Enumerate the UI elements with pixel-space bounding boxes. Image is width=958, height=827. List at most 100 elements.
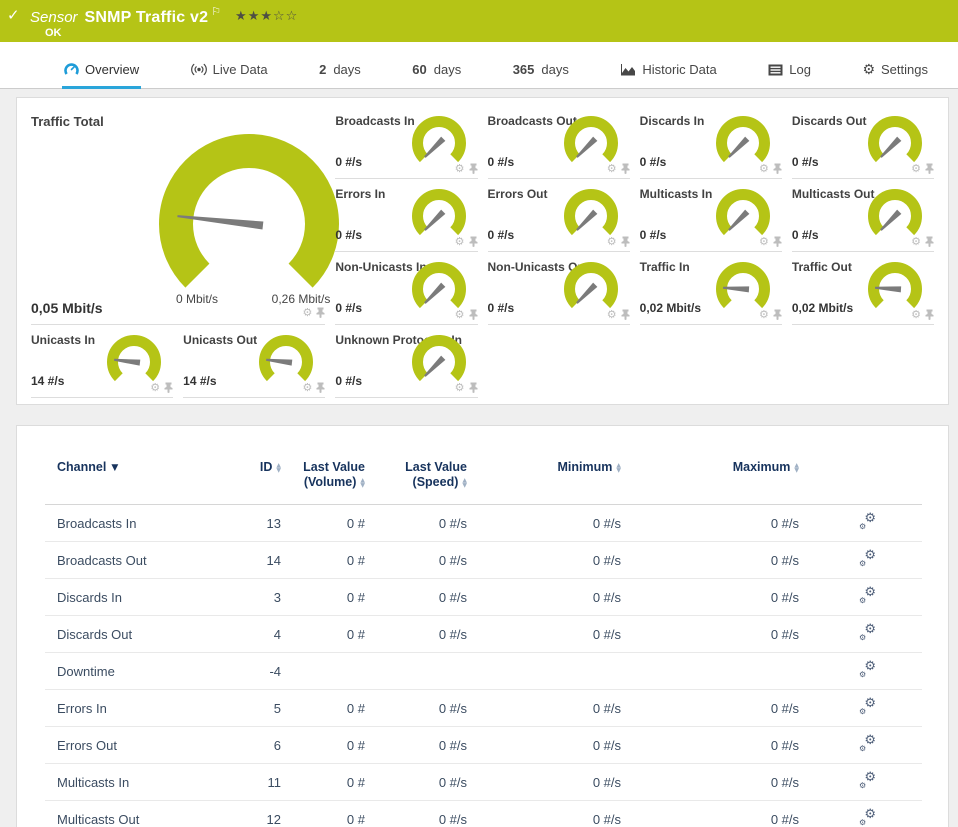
gear-icon[interactable]: ⚙ [911,163,921,174]
gauge-non-unicasts-out[interactable]: Non-Unicasts Out0 #/s⚙ [488,252,630,325]
gauge-value: 0 #/s [335,155,362,169]
tab-log[interactable]: Log [766,62,813,89]
gauge-discards-in[interactable]: Discards In0 #/s⚙ [640,106,782,179]
table-row: Discards Out40 #0 #/s0 #/s0 #/s⚙⚙ [45,616,922,653]
gauge-value: 0 #/s [792,155,819,169]
tab-overview[interactable]: Overview [62,62,141,89]
gauge-discards-out[interactable]: Discards Out0 #/s⚙ [792,106,934,179]
column-header-vol[interactable]: Last Value(Volume)▲▼ [281,448,365,505]
tab-live-data[interactable]: Live Data [189,62,270,89]
pin-icon[interactable] [621,236,630,247]
gear-icon[interactable]: ⚙ [455,236,465,247]
pin-icon[interactable] [925,309,934,320]
channel-settings-icon[interactable]: ⚙⚙ [859,551,876,566]
gear-icon[interactable]: ⚙ [759,309,769,320]
tab-bar: Overview Live Data 2days 60days 365days Histo… [0,42,958,89]
pin-icon[interactable] [925,163,934,174]
tab-2-days[interactable]: 2days [317,62,363,89]
tab-365-days[interactable]: 365days [511,62,571,89]
gear-icon[interactable]: ⚙ [759,236,769,247]
gear-icon[interactable]: ⚙ [302,382,312,393]
pin-icon[interactable] [469,382,478,393]
pin-icon[interactable] [469,309,478,320]
gauge-multicasts-in[interactable]: Multicasts In0 #/s⚙ [640,179,782,252]
gauge-errors-out[interactable]: Errors Out0 #/s⚙ [488,179,630,252]
tab-historic-data[interactable]: Historic Data [618,62,718,89]
gauge-unicasts-in[interactable]: Unicasts In14 #/s⚙ [31,325,173,398]
sort-icon: ▲▼ [794,463,799,473]
cell-id: 6 [235,727,281,764]
gauge-errors-in[interactable]: Errors In0 #/s⚙ [335,179,477,252]
channel-settings-icon[interactable]: ⚙⚙ [859,810,876,825]
gauge-non-unicasts-in[interactable]: Non-Unicasts In0 #/s⚙ [335,252,477,325]
gauge-dial [868,188,922,238]
pin-icon[interactable] [621,309,630,320]
table-row: Broadcasts In130 #0 #/s0 #/s0 #/s⚙⚙ [45,505,922,542]
pin-icon[interactable] [621,163,630,174]
cell-last-speed: 0 #/s [365,801,467,827]
gauge-broadcasts-out[interactable]: Broadcasts Out0 #/s⚙ [488,106,630,179]
pin-icon[interactable] [316,307,325,318]
gear-icon[interactable]: ⚙ [607,309,617,320]
gauge-actions: ⚙ [150,382,173,393]
gauge-multicasts-out[interactable]: Multicasts Out0 #/s⚙ [792,179,934,252]
tab-label: Historic Data [642,62,716,77]
column-header-act [799,448,922,505]
pin-icon[interactable] [469,236,478,247]
gauge-traffic-out[interactable]: Traffic Out0,02 Mbit/s⚙ [792,252,934,325]
column-header-channel[interactable]: Channel▼ [45,448,235,505]
gauge-unknown-protocols-in[interactable]: Unknown Protocols In0 #/s⚙ [335,325,477,398]
pin-icon[interactable] [773,163,782,174]
gear-icon[interactable]: ⚙ [759,163,769,174]
gear-icon[interactable]: ⚙ [911,309,921,320]
channel-settings-icon[interactable]: ⚙⚙ [859,736,876,751]
cell-last-speed: 0 #/s [365,764,467,801]
gauge-value: 0 #/s [792,228,819,242]
pin-icon[interactable] [773,309,782,320]
gauge-broadcasts-in[interactable]: Broadcasts In0 #/s⚙ [335,106,477,179]
column-header-id[interactable]: ID▲▼ [235,448,281,505]
priority-stars[interactable]: ★★★☆☆ [235,9,298,24]
tab-settings[interactable]: ⚙Settings [860,62,930,89]
gear-icon[interactable]: ⚙ [455,309,465,320]
gear-icon[interactable]: ⚙ [911,236,921,247]
pin-icon[interactable] [925,236,934,247]
pin-icon[interactable] [469,163,478,174]
gear-icon[interactable]: ⚙ [607,163,617,174]
gauge-value: 0 #/s [335,228,362,242]
column-header-speed[interactable]: Last Value(Speed)▲▼ [365,448,467,505]
gear-icon[interactable]: ⚙ [150,382,160,393]
pin-icon[interactable] [164,382,173,393]
cell-actions: ⚙⚙ [799,653,922,690]
cell-actions: ⚙⚙ [799,727,922,764]
tab-number: 2 [319,62,326,77]
channel-settings-icon[interactable]: ⚙⚙ [859,625,876,640]
gear-icon[interactable]: ⚙ [455,382,465,393]
channel-settings-icon[interactable]: ⚙⚙ [859,699,876,714]
column-header-max[interactable]: Maximum▲▼ [621,448,799,505]
channel-settings-icon[interactable]: ⚙⚙ [859,662,876,677]
gauge-value: 0 #/s [488,228,515,242]
channel-settings-icon[interactable]: ⚙⚙ [859,773,876,788]
pin-icon[interactable] [316,382,325,393]
gauge-actions: ⚙ [455,163,478,174]
sensor-kind-label: Sensor [30,9,78,26]
cell-minimum: 0 #/s [467,690,621,727]
gear-icon[interactable]: ⚙ [607,236,617,247]
gauge-title: Traffic Total [31,106,325,129]
gear-icon[interactable]: ⚙ [302,307,312,318]
column-header-min[interactable]: Minimum▲▼ [467,448,621,505]
gauge-unicasts-out[interactable]: Unicasts Out14 #/s⚙ [183,325,325,398]
channel-settings-icon[interactable]: ⚙⚙ [859,514,876,529]
tab-60-days[interactable]: 60days [410,62,463,89]
gauge-value: 0 #/s [640,155,667,169]
pin-icon[interactable] [773,236,782,247]
gauge-dial [412,334,466,384]
gear-icon[interactable]: ⚙ [455,163,465,174]
cell-channel: Broadcasts Out [45,542,235,579]
gauge-value: 0,05 Mbit/s [31,300,103,316]
cell-last-speed [365,653,467,690]
gauge-traffic-in[interactable]: Traffic In0,02 Mbit/s⚙ [640,252,782,325]
gauge-traffic-total[interactable]: Traffic Total 0 Mbit/s 0,26 Mbit/s 0,05 … [31,106,325,325]
channel-settings-icon[interactable]: ⚙⚙ [859,588,876,603]
